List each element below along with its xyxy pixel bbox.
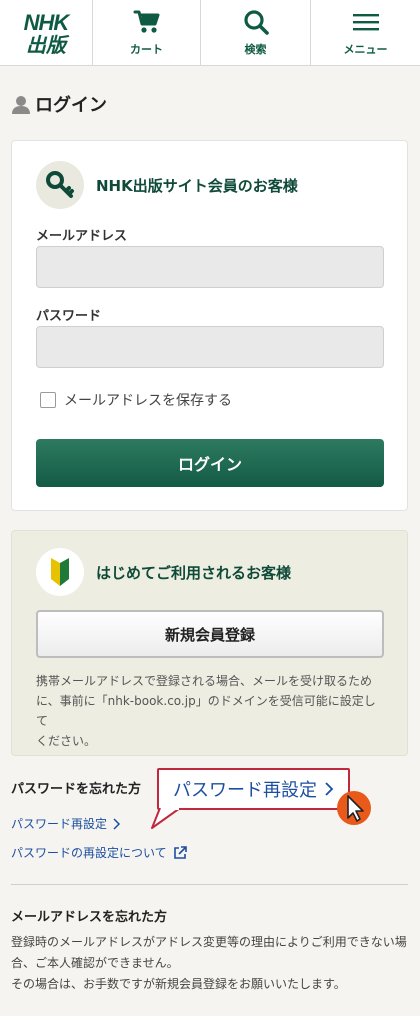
password-reset-callout-label: パスワード再設定: [173, 780, 317, 801]
site-header: NHK 出版 カート 検索 メニュー: [0, 0, 420, 66]
password-reset-info-label: パスワードの再設定について: [11, 846, 167, 860]
password-reset-info-link[interactable]: パスワードの再設定について: [11, 844, 187, 861]
nhk-publishing-logo[interactable]: NHK 出版: [0, 0, 93, 66]
callout-tail: [151, 808, 181, 829]
logo-line1: NHK: [23, 9, 70, 35]
mouse-cursor-icon: [337, 791, 371, 825]
password-reset-link[interactable]: パスワード再設定: [11, 815, 121, 832]
cart-label: カート: [130, 43, 163, 56]
logo-line2: 出版: [26, 32, 66, 57]
cart-button[interactable]: カート: [93, 0, 201, 66]
new-user-card-title: はじめてご利用されるお客様: [96, 563, 292, 582]
section-divider: [11, 884, 408, 885]
password-reset-link-label: パスワード再設定: [11, 817, 108, 831]
registration-note-line: ください。: [36, 734, 97, 748]
chevron-right-icon: [113, 817, 121, 830]
key-icon: [46, 171, 74, 198]
page-title-text: ログイン: [35, 95, 107, 116]
search-label: 検索: [244, 43, 267, 56]
login-card: NHK出版サイト会員のお客様 メールアドレス パスワード メールアドレスを保存す…: [11, 140, 408, 511]
forgot-email-line: 登録時のメールアドレスがアドレス変更等の理由によりご利用できない場: [11, 935, 407, 949]
registration-note-line: に、事前に「nhk-book.co.jp」のドメインを受信可能に設定して: [36, 694, 376, 728]
forgot-password-title: パスワードを忘れた方: [11, 782, 142, 797]
chevron-right-icon: [325, 782, 334, 796]
login-button[interactable]: ログイン: [36, 439, 384, 487]
password-label: パスワード: [36, 309, 102, 324]
login-card-title: NHK出版サイト会員のお客様: [96, 176, 298, 195]
password-field[interactable]: [36, 326, 384, 368]
new-user-card-header: はじめてご利用されるお客様: [36, 548, 291, 596]
search-button[interactable]: 検索: [201, 0, 311, 66]
password-reset-callout[interactable]: パスワード再設定: [157, 768, 350, 810]
registration-note-line: 携帯メールアドレスで登録される場合、メールを受け取るため: [36, 674, 373, 688]
registration-note: 携帯メールアドレスで登録される場合、メールを受け取るため に、事前に「nhk-b…: [36, 671, 386, 751]
forgot-email-title: メールアドレスを忘れた方: [11, 910, 168, 925]
key-icon-badge: [36, 161, 84, 209]
user-icon: [12, 96, 30, 114]
email-field[interactable]: [36, 246, 384, 288]
hamburger-menu-icon: [352, 14, 379, 31]
page-title: ログイン: [11, 92, 107, 116]
remember-email-checkbox[interactable]: [40, 392, 56, 408]
email-label: メールアドレス: [36, 229, 128, 244]
remember-email-row[interactable]: メールアドレスを保存する: [40, 390, 232, 410]
new-registration-button[interactable]: 新規会員登録: [36, 610, 384, 658]
login-card-header: NHK出版サイト会員のお客様: [36, 161, 298, 209]
beginner-mark-icon: [51, 558, 69, 586]
new-user-card: はじめてご利用されるお客様 新規会員登録 携帯メールアドレスで登録される場合、メ…: [11, 530, 408, 756]
beginner-mark-badge: [36, 548, 84, 596]
external-link-icon: [173, 845, 187, 859]
search-icon: [243, 10, 269, 35]
forgot-email-line: その場合は、お手数ですが新規会員登録をお願いいたします。: [11, 977, 346, 991]
forgot-email-text: 登録時のメールアドレスがアドレス変更等の理由によりご利用できない場 合、ご本人確…: [11, 932, 411, 995]
forgot-email-line: 合、ご本人確認ができません。: [11, 956, 179, 970]
menu-button[interactable]: メニュー: [311, 0, 420, 66]
remember-email-label: メールアドレスを保存する: [64, 393, 232, 409]
cart-icon: [133, 10, 159, 33]
menu-label: メニュー: [343, 43, 388, 56]
